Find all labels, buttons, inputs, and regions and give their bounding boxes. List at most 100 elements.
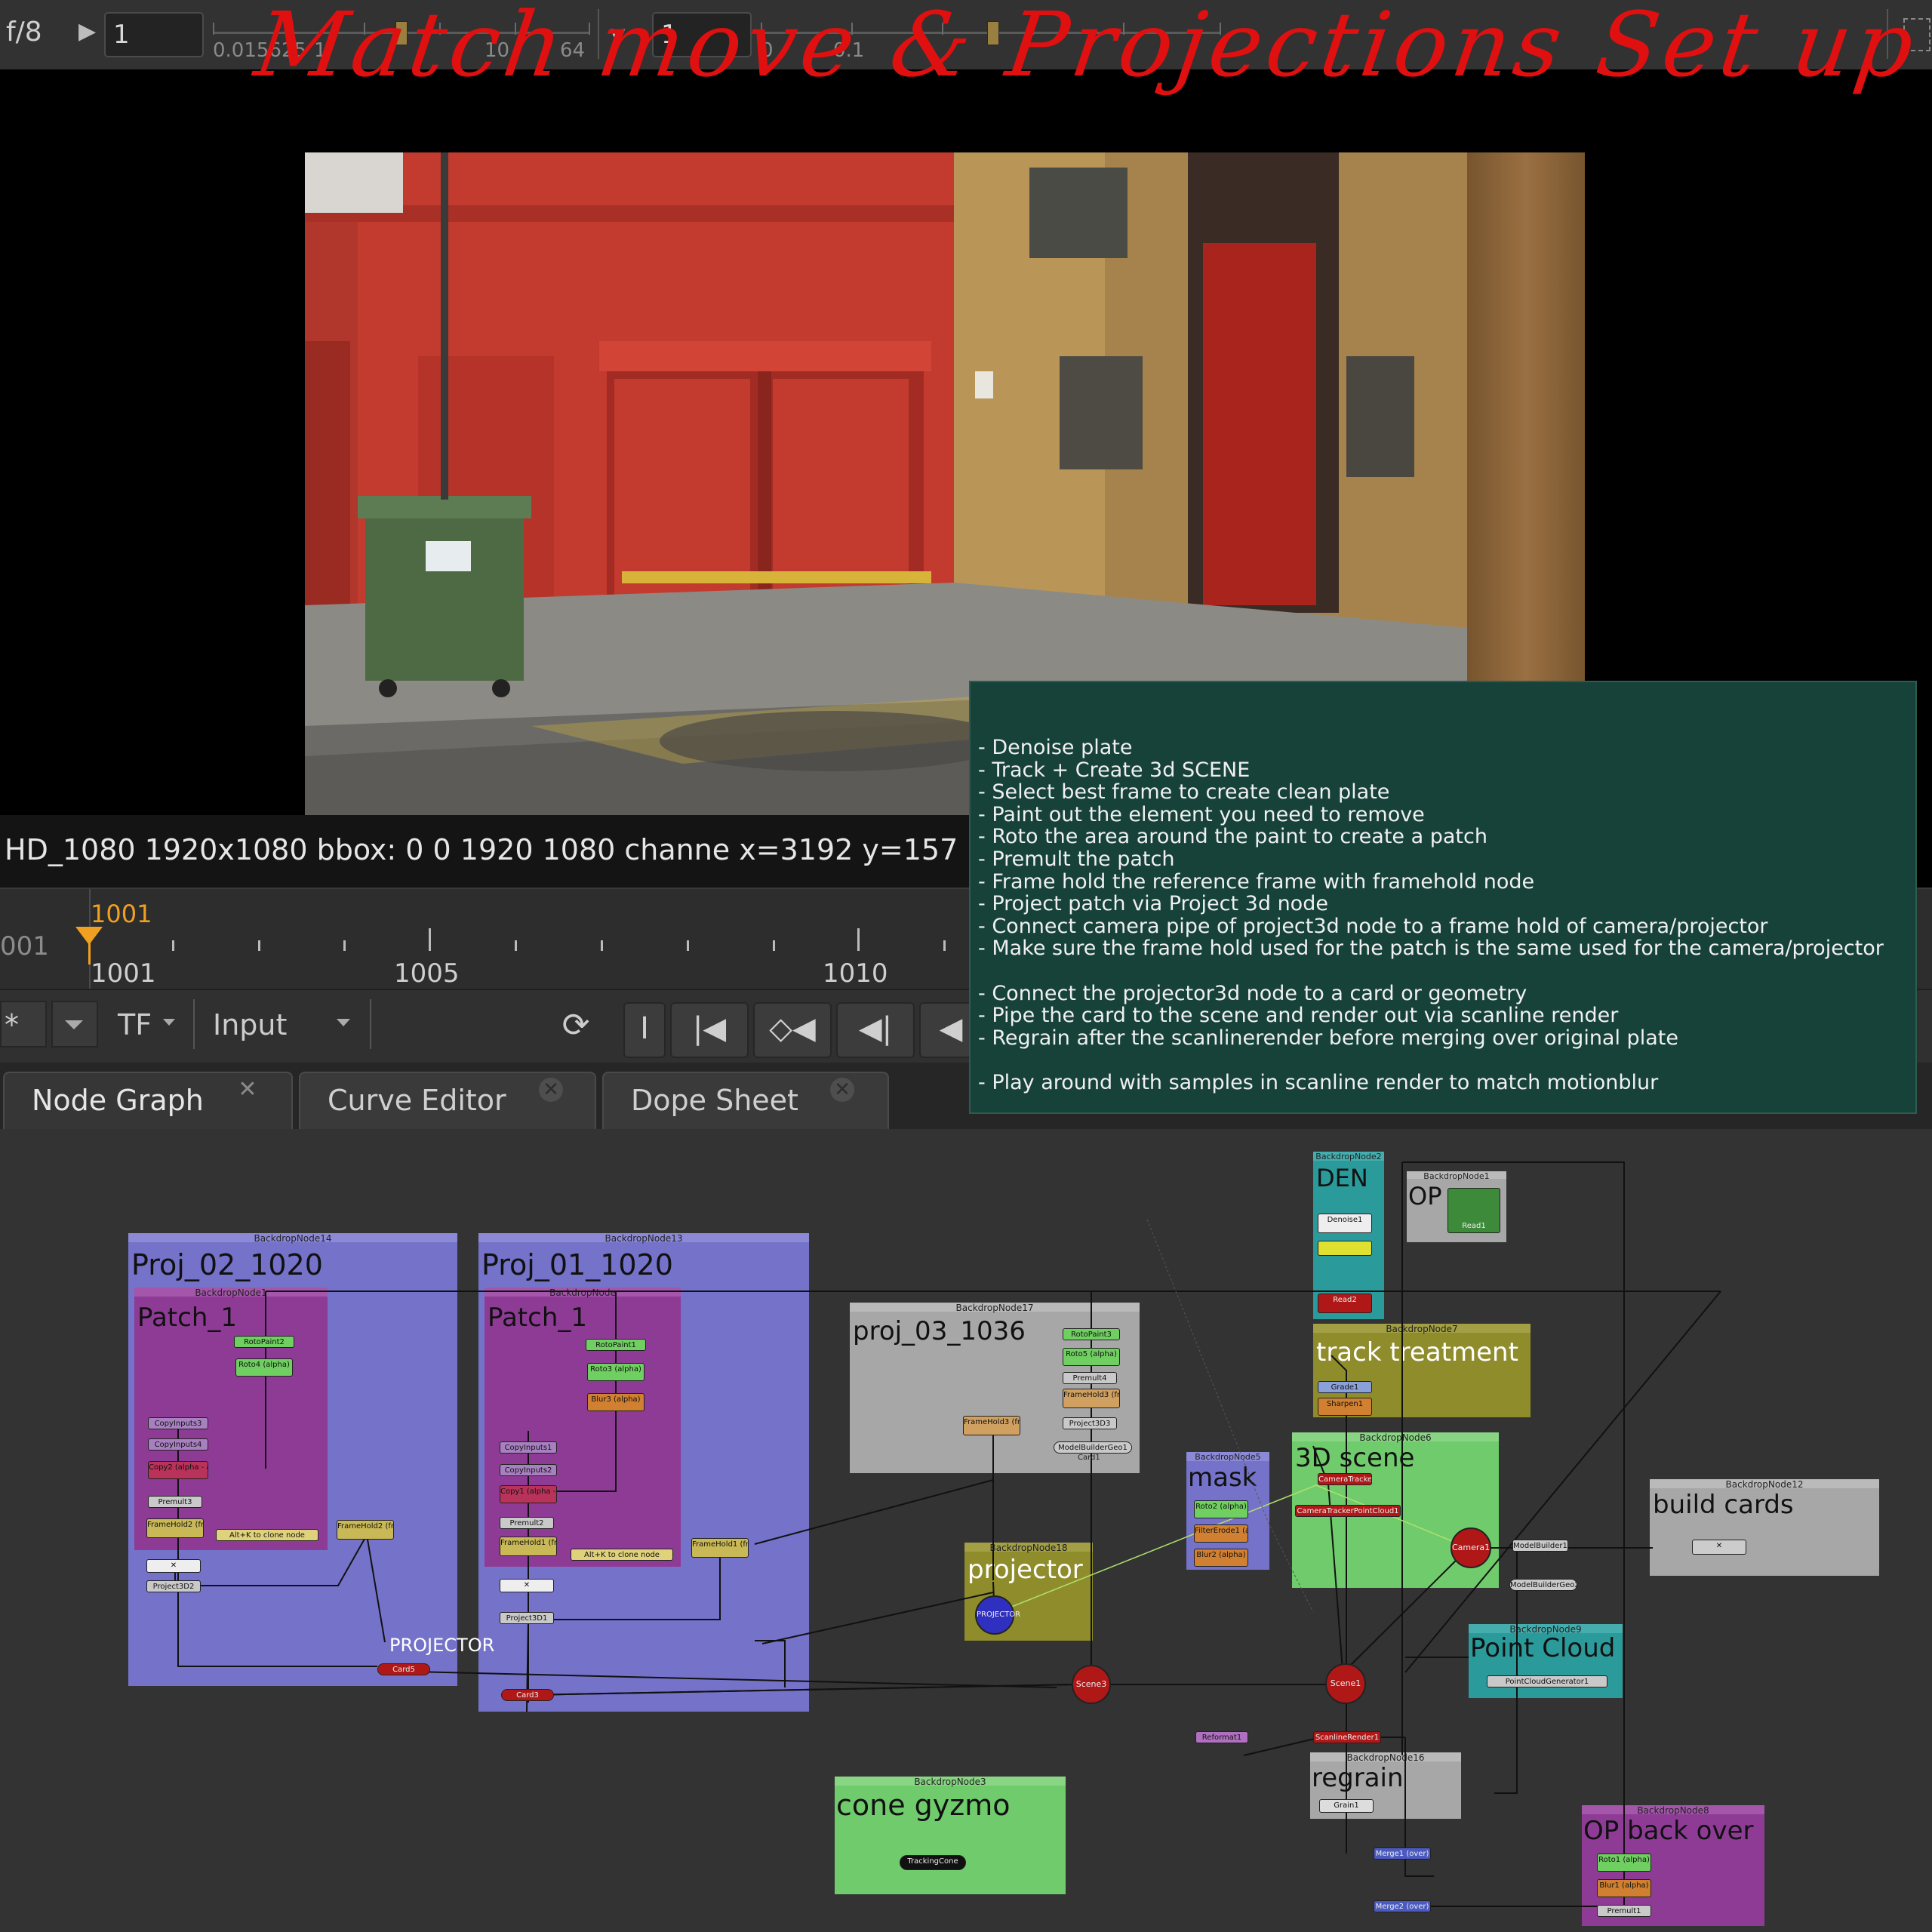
node-roto2[interactable]: Roto2 (alpha) xyxy=(1194,1500,1248,1518)
node-project3d2[interactable]: Project3D2 xyxy=(146,1580,201,1592)
node-trackingcone[interactable]: TrackingCone xyxy=(900,1855,966,1870)
node-sharpen1[interactable]: Sharpen1 xyxy=(1318,1398,1372,1416)
node-build-cards-merge[interactable]: ✕ xyxy=(1692,1540,1746,1555)
node-project3d1[interactable]: Project3D1 xyxy=(500,1612,554,1624)
node-denoise-viewer[interactable] xyxy=(1318,1241,1372,1256)
node-rotopaint1[interactable]: RotoPaint1 xyxy=(586,1339,646,1351)
node-framehold3a[interactable]: FrameHold3 (frame 1036) xyxy=(1063,1389,1120,1408)
node-framehold2a[interactable]: FrameHold2 (frame 1020) xyxy=(146,1518,204,1538)
node-blur2[interactable]: Blur2 (alpha) xyxy=(1194,1549,1248,1567)
node-blur3[interactable]: Blur3 (alpha) xyxy=(587,1393,645,1411)
tab-label: Curve Editor xyxy=(328,1084,506,1117)
node-clone-hint-b: Alt+K to clone node xyxy=(571,1549,673,1561)
node-grain1[interactable]: Grain1 xyxy=(1319,1799,1374,1813)
node-modelbuildergeo1[interactable]: ModelBuilderGeo1 xyxy=(1054,1441,1132,1454)
format-info-text: HD_1080 1920x1080 bbox: 0 0 1920 1080 ch… xyxy=(5,833,958,866)
node-read2[interactable]: Read2 xyxy=(1318,1294,1372,1313)
node-scene3[interactable]: Scene3 xyxy=(1072,1665,1111,1704)
sticky-note-line: - Frame hold the reference frame with fr… xyxy=(978,869,1535,894)
timeline-tick-1010: 1010 xyxy=(823,958,888,989)
sticky-note-line: - Pipe the card to the scene and render … xyxy=(978,1004,1619,1028)
node-projector-camera[interactable]: PROJECTOR xyxy=(975,1595,1020,1635)
in-point-icon[interactable]: I xyxy=(623,1002,666,1058)
tf-menu[interactable]: TF xyxy=(118,1008,152,1041)
node-copy2[interactable]: Copy2 (alpha - a.alpha) xyxy=(148,1461,208,1479)
fstop-menu[interactable]: f/8 xyxy=(6,17,42,48)
node-copyinputs2[interactable]: CopyInputs2 xyxy=(500,1464,557,1476)
node-premult2[interactable]: Premult2 xyxy=(500,1517,554,1529)
node-modelbuilder1[interactable]: ModelBuilder1 xyxy=(1512,1540,1568,1552)
node-merge-x-b[interactable]: ✕ xyxy=(500,1579,554,1592)
sticky-note-line xyxy=(978,960,1908,983)
node-grade1[interactable]: Grade1 xyxy=(1318,1381,1372,1393)
input-menu[interactable]: Input xyxy=(213,1008,287,1041)
first-frame-icon[interactable]: |◀ xyxy=(670,1002,749,1058)
close-icon[interactable]: ✕ xyxy=(830,1078,854,1102)
node-rotopaint2[interactable]: RotoPaint2 xyxy=(234,1336,294,1348)
node-merge-x-a[interactable]: ✕ xyxy=(146,1559,201,1573)
node-reformat1[interactable]: Reformat1 xyxy=(1195,1731,1248,1743)
node-card3[interactable]: Card3 xyxy=(501,1689,554,1701)
close-icon[interactable]: ✕ xyxy=(235,1078,260,1102)
node-pointcloudgenerator1[interactable]: PointCloudGenerator1 xyxy=(1487,1675,1607,1687)
node-copyinputs4[interactable]: CopyInputs4 xyxy=(148,1438,208,1451)
node-graph[interactable]: BackdropNode14 Proj_02_1020 BackdropNode… xyxy=(0,1129,1932,1932)
node-copy1[interactable]: Copy1 (alpha - a.alpha) xyxy=(500,1485,557,1503)
sticky-note-line: - Denoise plate xyxy=(978,736,1133,759)
node-merge2[interactable]: Merge2 (over) xyxy=(1374,1900,1431,1912)
node-roto1[interactable]: Roto1 (alpha) xyxy=(1597,1854,1651,1872)
card1-label: Card1 xyxy=(1078,1454,1100,1462)
node-camera1[interactable]: Camera1 xyxy=(1451,1527,1491,1568)
sticky-note-line: - Paint out the element you need to remo… xyxy=(978,802,1425,826)
loop-icon[interactable]: ⟳ xyxy=(551,1002,601,1052)
node-read1[interactable]: Read1 xyxy=(1447,1188,1500,1233)
sticky-note-line: - Project patch via Project 3d node xyxy=(978,892,1328,916)
sticky-note-line: - Regrain after the scanlinerender befor… xyxy=(978,1026,1678,1050)
node-premult4[interactable]: Premult4 xyxy=(1063,1372,1117,1384)
node-merge1[interactable]: Merge1 (over) xyxy=(1374,1847,1431,1860)
sticky-note-line: - Premult the patch xyxy=(978,847,1175,871)
play-icon[interactable]: ▶ xyxy=(78,18,96,45)
node-copyinputs1[interactable]: CopyInputs1 xyxy=(500,1441,557,1454)
sticky-note-line: - Select best frame to create clean plat… xyxy=(978,780,1390,804)
node-cameratracker1[interactable]: CameraTracker1 xyxy=(1318,1473,1372,1485)
node-framehold1a[interactable]: FrameHold1 (frame 1020) xyxy=(500,1537,557,1556)
node-framehold2b[interactable]: FrameHold2 (frame 1020) xyxy=(337,1520,394,1540)
node-premult3[interactable]: Premult3 xyxy=(148,1496,202,1508)
node-card5[interactable]: Card5 xyxy=(377,1663,430,1675)
node-roto4[interactable]: Roto4 (alpha) xyxy=(235,1358,293,1377)
node-rotopaint3[interactable]: RotoPaint3 xyxy=(1063,1328,1120,1340)
node-framehold3b[interactable]: FrameHold3 (frame 1036) xyxy=(963,1416,1020,1435)
node-modelbuildergeo2[interactable]: ModelBuilderGeo2 xyxy=(1509,1579,1577,1591)
chevron-down-icon xyxy=(163,1019,175,1026)
node-clone-hint-a: Alt+K to clone node xyxy=(216,1529,318,1541)
tab-label: Dope Sheet xyxy=(631,1084,798,1117)
node-blur1[interactable]: Blur1 (alpha) xyxy=(1597,1879,1651,1897)
node-cameratracker-pointcloud[interactable]: CameraTrackerPointCloud1 xyxy=(1295,1505,1401,1517)
sticky-note[interactable]: - Denoise plate - Track + Create 3d SCENE… xyxy=(969,681,1917,1114)
timeline-tick-1005: 1005 xyxy=(394,958,460,989)
node-copyinputs3[interactable]: CopyInputs3 xyxy=(148,1417,208,1429)
node-roto3[interactable]: Roto3 (alpha) xyxy=(587,1363,645,1381)
sticky-note-line: - Connect camera pipe of project3d node … xyxy=(978,914,1768,938)
close-icon[interactable]: ✕ xyxy=(539,1078,563,1102)
node-scene1[interactable]: Scene1 xyxy=(1325,1663,1366,1704)
sticky-note-line: - Connect the projector3d node to a card… xyxy=(978,981,1527,1005)
gain-field[interactable]: 1 xyxy=(104,12,204,57)
node-roto5[interactable]: Roto5 (alpha) xyxy=(1063,1348,1120,1366)
node-filtererode1[interactable]: FilterErode1 (alpha) xyxy=(1194,1524,1248,1543)
node-project3d3[interactable]: Project3D3 xyxy=(1063,1417,1117,1429)
node-premult1[interactable]: Premult1 xyxy=(1597,1905,1651,1917)
projector-label: PROJECTOR xyxy=(389,1635,495,1656)
node-denoise1[interactable]: Denoise1 xyxy=(1318,1214,1372,1233)
node-framehold1b[interactable]: FrameHold1 (frame 1020) xyxy=(691,1538,749,1558)
handwritten-title-annotation: Match move & Projections Set up xyxy=(249,0,1925,97)
timeline-tick-1001: 1001 xyxy=(91,958,156,989)
sticky-note-line: - Make sure the frame hold used for the … xyxy=(978,937,1884,961)
channel-dropdown-button[interactable] xyxy=(51,1001,98,1048)
sticky-note-line: - Roto the area around the paint to crea… xyxy=(978,825,1487,849)
prev-keyframe-icon[interactable]: ◇◀ xyxy=(753,1002,832,1058)
node-scanlinerender1[interactable]: ScanlineRender1 xyxy=(1313,1731,1381,1743)
prev-frame-icon[interactable]: ◀| xyxy=(836,1002,915,1058)
channel-menu[interactable]: * xyxy=(0,1001,47,1048)
